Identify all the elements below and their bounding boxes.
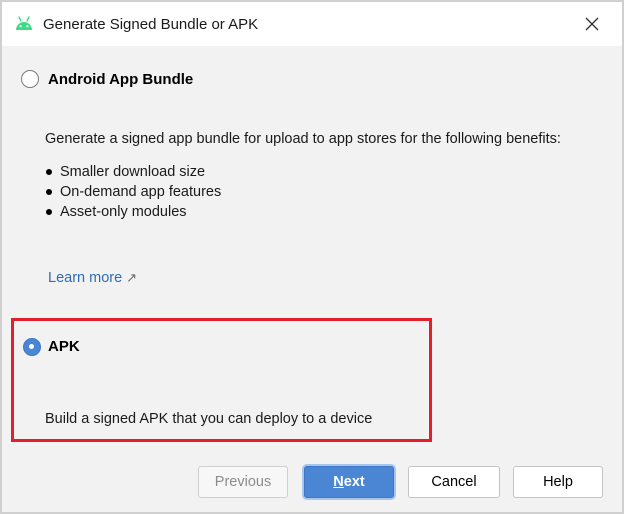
title-bar: Generate Signed Bundle or APK (2, 2, 622, 46)
benefits-list: Smaller download size On-demand app feat… (46, 162, 221, 222)
next-label-rest: ext (343, 474, 365, 490)
android-icon (16, 16, 32, 30)
learn-more-link[interactable]: Learn more ↗ (48, 270, 137, 286)
apk-description: Build a signed APK that you can deploy t… (45, 411, 373, 427)
previous-button[interactable]: Previous (198, 466, 288, 498)
cancel-button[interactable]: Cancel (408, 466, 500, 498)
bundle-radio-button[interactable] (21, 70, 39, 88)
generate-signed-dialog: Generate Signed Bundle or APK Android Ap… (0, 0, 624, 514)
close-icon[interactable] (582, 14, 602, 34)
apk-option-label[interactable]: APK (48, 338, 80, 355)
benefit-item: On-demand app features (46, 182, 221, 202)
bundle-option-label[interactable]: Android App Bundle (48, 71, 193, 88)
bundle-description: Generate a signed app bundle for upload … (45, 131, 561, 147)
benefit-item: Smaller download size (46, 162, 221, 182)
apk-radio-button[interactable] (23, 338, 41, 356)
window-title: Generate Signed Bundle or APK (43, 16, 259, 33)
learn-more-label: Learn more (48, 270, 123, 286)
external-link-arrow-icon: ↗ (126, 270, 138, 285)
benefit-item: Asset-only modules (46, 202, 221, 222)
next-mnemonic: N (333, 474, 344, 490)
next-button[interactable]: Next (304, 466, 394, 498)
help-button[interactable]: Help (513, 466, 603, 498)
